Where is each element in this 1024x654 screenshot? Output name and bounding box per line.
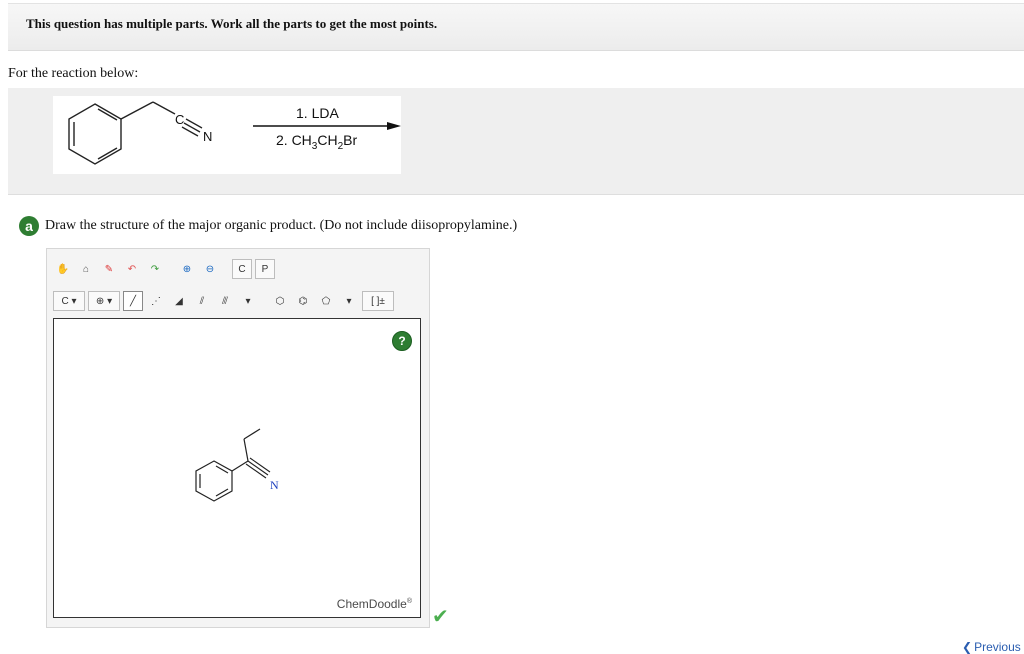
wedge-bond-icon[interactable]: ◢	[169, 291, 189, 311]
intro-text: For the reaction below:	[8, 66, 139, 81]
reaction-panel: C N 1. LDA 2. CH3CH2Br	[8, 88, 1024, 195]
nitrile-c-label: C	[175, 112, 184, 127]
previous-link[interactable]: ❮ Previous	[962, 640, 1021, 654]
product-n-label: N	[270, 478, 279, 492]
benzene-icon[interactable]: ⌬	[293, 291, 313, 311]
ch2-bond	[120, 101, 154, 120]
product-structure: N	[195, 428, 279, 502]
c-bond	[152, 101, 176, 115]
dashed-bond-icon[interactable]: ⋰	[146, 291, 166, 311]
chevron-left-icon: ❮	[962, 640, 973, 654]
instruction-banner: This question has multiple parts. Work a…	[8, 3, 1024, 51]
cyclohexane-icon[interactable]: ⬡	[270, 291, 290, 311]
ring-dropdown-icon[interactable]: ▾	[339, 291, 359, 311]
copy-icon[interactable]: C	[232, 259, 252, 279]
part-a-question: Draw the structure of the major organic …	[45, 218, 518, 233]
hand-icon[interactable]: ✋	[53, 259, 73, 279]
nitrile-n-label: N	[203, 129, 212, 144]
reaction-scheme: C N 1. LDA 2. CH3CH2Br	[53, 96, 401, 174]
bracket-icon[interactable]: [ ]±	[362, 291, 394, 311]
zoom-in-icon[interactable]: ⊕	[177, 259, 197, 279]
zoom-out-icon[interactable]: ⊖	[200, 259, 220, 279]
part-a-badge: a	[19, 216, 39, 236]
reagent-1: 1. LDA	[296, 105, 339, 121]
instruction-text: This question has multiple parts. Work a…	[26, 16, 438, 31]
paste-icon[interactable]: P	[255, 259, 275, 279]
triple-bond-icon[interactable]: ⫻	[215, 291, 235, 311]
check-icon: ✔	[432, 604, 449, 628]
product-benzene-ring	[195, 460, 233, 502]
product-bond-ring-ch	[231, 460, 249, 472]
charge-dropdown[interactable]: ⊕ ▾	[88, 291, 120, 311]
single-bond-icon[interactable]: ╱	[123, 291, 143, 311]
cyclopentane-icon[interactable]: ⬠	[316, 291, 336, 311]
reagent-2: 2. CH3CH2Br	[276, 132, 357, 152]
chemdoodle-editor: ✋ ⌂ ✎ ↶ ↷ ⊕ ⊖ C P C ▾ ⊕ ▾ ╱ ⋰ ◢ ⫽ ⫻ ▾ ⬡ …	[46, 248, 430, 628]
benzene-ring	[68, 103, 122, 165]
clear-icon[interactable]: ⌂	[76, 259, 96, 279]
double-bond-icon[interactable]: ⫽	[192, 291, 212, 311]
atom-c-dropdown[interactable]: C ▾	[53, 291, 85, 311]
product-bond-ch2-ch3	[243, 428, 261, 440]
drawing-canvas[interactable]: ? N ChemDoodle®	[53, 318, 421, 618]
toolbar-top: ✋ ⌂ ✎ ↶ ↷ ⊕ ⊖ C P	[53, 258, 275, 280]
eraser-icon[interactable]: ✎	[99, 259, 119, 279]
product-triple-bond	[245, 457, 271, 479]
triple-bond	[181, 118, 203, 137]
arrow-head	[387, 122, 401, 130]
part-a-header: a Draw the structure of the major organi…	[19, 216, 517, 236]
chemdoodle-brand: ChemDoodle®	[336, 597, 412, 611]
toolbar-bottom: C ▾ ⊕ ▾ ╱ ⋰ ◢ ⫽ ⫻ ▾ ⬡ ⌬ ⬠ ▾ [ ]±	[53, 290, 394, 312]
product-bond-ch-ch2	[243, 438, 249, 462]
redo-icon[interactable]: ↷	[145, 259, 165, 279]
undo-icon[interactable]: ↶	[122, 259, 142, 279]
reaction-scheme-svg: C N 1. LDA 2. CH3CH2Br	[68, 101, 401, 165]
bond-dropdown-icon[interactable]: ▾	[238, 291, 258, 311]
